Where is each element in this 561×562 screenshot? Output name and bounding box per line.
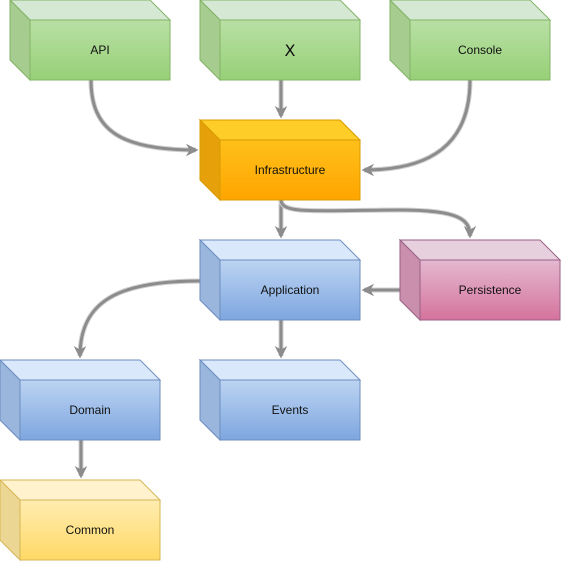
node-label: X — [285, 41, 296, 60]
node-label: Application — [261, 283, 320, 297]
node-label: Domain — [69, 403, 110, 417]
node-label: Persistence — [459, 283, 522, 297]
cube-top-face — [0, 479, 162, 501]
cube-top-face — [398, 239, 561, 261]
edge-shadow — [77, 278, 201, 357]
edge-api-infrastructure[interactable] — [89, 79, 199, 157]
node-label: Events — [272, 403, 309, 417]
node-domain[interactable]: Domain — [0, 359, 162, 442]
node-label: Infrastructure — [255, 163, 326, 177]
node-persistence[interactable]: Persistence — [398, 238, 561, 322]
cube-top-face — [389, 0, 552, 21]
cube-top-face — [199, 0, 362, 21]
node-api[interactable]: API — [9, 0, 172, 82]
cube-top-face — [198, 119, 362, 141]
cube-top-face — [198, 239, 362, 261]
edge-console-infrastructure[interactable] — [361, 79, 472, 177]
cube-top-face — [9, 0, 172, 21]
node-infrastructure[interactable]: Infrastructure — [198, 118, 362, 202]
node-events[interactable]: Events — [198, 358, 362, 442]
cube-top-face — [198, 359, 362, 381]
node-label: API — [90, 43, 109, 57]
node-common[interactable]: Common — [0, 479, 162, 562]
architecture-diagram: API X Console Infrastructure Application Pers… — [0, 0, 561, 562]
node-label: Common — [66, 523, 115, 537]
node-label: Console — [458, 43, 502, 57]
node-application[interactable]: Application — [198, 238, 362, 322]
cube-top-face — [0, 359, 162, 381]
edge-shadow — [278, 199, 473, 237]
edge-infrastructure-persistence[interactable] — [279, 199, 477, 239]
node-x[interactable]: X — [199, 0, 362, 82]
edge-shadow — [363, 79, 473, 173]
edge-shadow — [88, 79, 197, 153]
node-console[interactable]: Console — [389, 0, 552, 82]
edge-application-domain[interactable] — [73, 279, 201, 359]
